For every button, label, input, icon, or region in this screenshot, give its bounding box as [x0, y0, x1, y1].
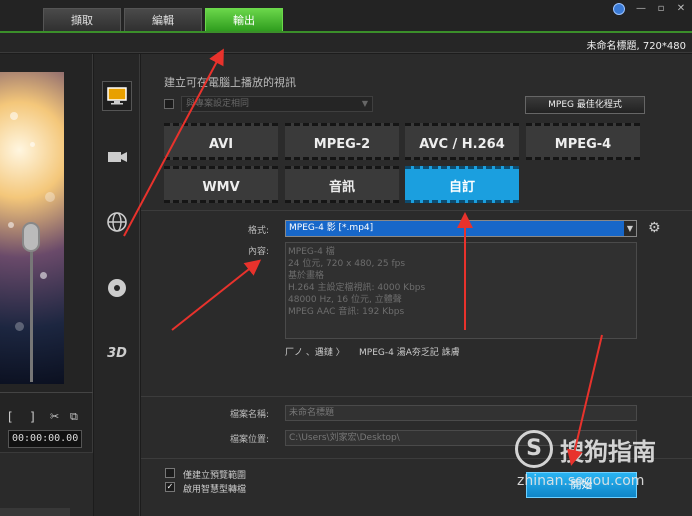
preview-panel: [ ] ✂ ⧉ 00:00:00.00 [0, 54, 93, 516]
file-location-label: 檔案位置: [229, 435, 269, 445]
properties-summary: MPEG-4 湯A夯乏記 誅膚 [359, 348, 460, 358]
content-line: MPEG AAC 音訊: 192 Kbps [288, 307, 405, 317]
format-dropdown[interactable]: MPEG-4 影 [*.mp4] ▼ [285, 220, 637, 237]
chevron-down-icon: ▼ [624, 221, 636, 236]
project-info-bar: 未命名標題, 720*480 [0, 33, 692, 53]
disc-icon[interactable] [102, 273, 132, 303]
copy-icon[interactable]: ⧉ [70, 410, 78, 424]
restore-button[interactable]: ▫ [654, 3, 668, 15]
preset-checkbox[interactable] [164, 99, 174, 109]
format-custom-button[interactable]: 自訂 [405, 166, 519, 203]
top-bar: 擷取 編輯 輸出 — ▫ ✕ [0, 0, 692, 33]
content-label: 內容: [247, 247, 269, 257]
3d-icon[interactable]: 3D [102, 338, 132, 368]
section-title: 建立可在電腦上播放的視訊 [164, 76, 296, 89]
timecode-display[interactable]: 00:00:00.00 [8, 430, 82, 448]
tab-capture[interactable]: 擷取 [43, 8, 121, 31]
divider [141, 396, 692, 397]
divider [141, 210, 692, 211]
format-label: 格式: [247, 226, 269, 236]
mark-in-button[interactable]: [ [8, 410, 13, 424]
gear-icon[interactable]: ⚙ [648, 220, 661, 236]
mpeg-optimizer-button[interactable]: MPEG 最佳化程式 [525, 96, 645, 114]
preset-dropdown-value: 與專案設定相同 [186, 99, 250, 109]
output-category-nav: 3D [94, 54, 140, 516]
chevron-down-icon: ▼ [361, 99, 368, 108]
format-avi-button[interactable]: AVI [164, 123, 278, 160]
timeline-bar [0, 508, 70, 516]
globe-icon[interactable] [102, 207, 132, 237]
preview-divider [0, 392, 93, 393]
tab-edit[interactable]: 編輯 [124, 8, 202, 31]
monitor-icon[interactable] [102, 81, 132, 111]
scissors-icon[interactable]: ✂ [50, 410, 59, 423]
mark-out-button[interactable]: ] [30, 410, 35, 424]
smart-render-label: 啟用智慧型轉檔 [183, 485, 247, 495]
minimize-button[interactable]: — [634, 3, 648, 15]
format-mpeg2-button[interactable]: MPEG-2 [285, 123, 399, 160]
preview-range-label: 僅建立預覽範圍 [183, 471, 247, 481]
sogou-logo-icon: S [515, 430, 553, 468]
tab-share[interactable]: 輸出 [205, 8, 283, 31]
format-dropdown-value: MPEG-4 影 [*.mp4] [289, 223, 374, 233]
smart-render-checkbox[interactable]: ✓ [165, 482, 175, 492]
filename-input[interactable]: 未命名標題 [285, 405, 637, 421]
content-line: 48000 Hz, 16 位元, 立體聲 [288, 295, 402, 305]
preset-dropdown[interactable]: 與專案設定相同 ▼ [181, 96, 373, 112]
content-line: 基於畫格 [288, 271, 325, 281]
globe-icon[interactable] [613, 3, 625, 15]
content-line: 24 位元, 720 x 480, 25 fps [288, 259, 406, 269]
content-description-box: MPEG-4 檔 24 位元, 720 x 480, 25 fps 基於畫格 H… [285, 242, 637, 339]
format-audio-button[interactable]: 音訊 [285, 166, 399, 203]
watermark-url: zhinan.sogou.com [517, 473, 645, 489]
properties-link[interactable]: 厂ノ 、遇鏈 〉 [285, 345, 345, 358]
close-button[interactable]: ✕ [674, 3, 688, 15]
camcorder-icon[interactable] [102, 142, 132, 172]
preview-range-checkbox[interactable] [165, 468, 175, 478]
3d-label: 3D [107, 345, 127, 361]
project-info: 未命名標題, 720*480 [586, 41, 686, 52]
preview-image [0, 72, 64, 384]
content-line: H.264 主設定檔視訊: 4000 Kbps [288, 283, 426, 293]
format-wmv-button[interactable]: WMV [164, 166, 278, 203]
watermark-text: 搜狗指南 [560, 438, 656, 466]
format-avc-h264-button[interactable]: AVC / H.264 [405, 123, 519, 160]
format-mpeg4-button[interactable]: MPEG-4 [526, 123, 640, 160]
lower-strip [0, 452, 93, 516]
filename-label: 檔案名稱: [229, 410, 269, 420]
content-line: MPEG-4 檔 [288, 247, 335, 257]
